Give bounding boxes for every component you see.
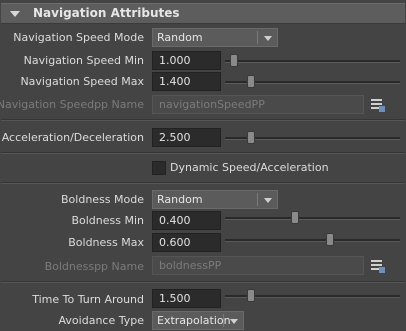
- time-turn-field[interactable]: 1.500: [152, 289, 221, 308]
- boldness-max-slider[interactable]: [225, 233, 400, 246]
- slider-knob[interactable]: [229, 54, 238, 67]
- nav-speed-mode-value: Random: [157, 31, 203, 44]
- slider-knob[interactable]: [247, 75, 256, 88]
- slider-knob[interactable]: [291, 211, 299, 224]
- slider-knob[interactable]: [247, 131, 256, 144]
- nav-speed-max-slider[interactable]: [225, 75, 400, 88]
- avoidance-value: Extrapolation: [157, 314, 231, 327]
- dropdown-separator: [257, 31, 258, 44]
- boldness-mode-dropdown[interactable]: Random: [152, 190, 278, 209]
- avoidance-label: Avoidance Type: [58, 314, 144, 327]
- accel-field[interactable]: 2.500: [152, 128, 221, 147]
- chevron-down-icon: [230, 319, 238, 324]
- boldnesspp-field[interactable]: boldnessPP: [152, 256, 364, 275]
- section-title: Navigation Attributes: [33, 6, 180, 20]
- nav-speed-min-field[interactable]: 1.000: [152, 51, 221, 70]
- nav-speed-min-label: Navigation Speed Min: [23, 54, 144, 67]
- boldness-min-label: Boldness Min: [71, 214, 144, 227]
- navigation-attributes-panel: Navigation Attributes Navigation Speed M…: [0, 0, 406, 331]
- boldness-max-field[interactable]: 0.600: [152, 233, 221, 252]
- boldness-mode-value: Random: [157, 193, 203, 206]
- boldnesspp-label: Boldnesspp Name: [44, 260, 144, 273]
- nav-speed-mode-label: Navigation Speed Mode: [13, 31, 144, 44]
- divider: [1, 119, 405, 121]
- divider: [1, 152, 405, 154]
- avoidance-dropdown[interactable]: Extrapolation: [152, 311, 244, 330]
- divider: [1, 281, 405, 283]
- nav-speed-mode-dropdown[interactable]: Random: [152, 28, 278, 47]
- time-turn-label: Time To Turn Around: [32, 293, 144, 306]
- dynamic-speed-checkbox[interactable]: [152, 161, 166, 175]
- divider: [1, 182, 405, 184]
- nav-speedpp-label: Navigation Speedpp Name: [0, 98, 144, 111]
- accel-slider[interactable]: [225, 131, 400, 144]
- collapse-triangle-icon[interactable]: [10, 11, 20, 17]
- time-turn-slider[interactable]: [225, 289, 400, 302]
- section-header[interactable]: Navigation Attributes: [1, 3, 405, 24]
- list-browse-icon[interactable]: [370, 258, 386, 274]
- chevron-down-icon: [264, 198, 272, 203]
- nav-speed-max-field[interactable]: 1.400: [152, 72, 221, 91]
- slider-knob[interactable]: [247, 289, 256, 302]
- nav-speed-min-slider[interactable]: [225, 54, 400, 67]
- dropdown-separator: [223, 314, 224, 327]
- boldness-min-field[interactable]: 0.400: [152, 211, 221, 230]
- slider-knob[interactable]: [326, 233, 334, 246]
- boldness-min-slider[interactable]: [225, 211, 400, 224]
- dropdown-separator: [257, 193, 258, 206]
- boldness-mode-label: Boldness Mode: [61, 193, 144, 206]
- dynamic-speed-label: Dynamic Speed/Acceleration: [170, 161, 329, 174]
- nav-speedpp-field[interactable]: navigationSpeedPP: [152, 95, 364, 114]
- accel-label: Acceleration/Deceleration: [1, 131, 144, 144]
- list-browse-icon[interactable]: [370, 97, 386, 113]
- chevron-down-icon: [264, 36, 272, 41]
- boldness-max-label: Boldness Max: [68, 236, 144, 249]
- nav-speed-max-label: Navigation Speed Max: [20, 75, 144, 88]
